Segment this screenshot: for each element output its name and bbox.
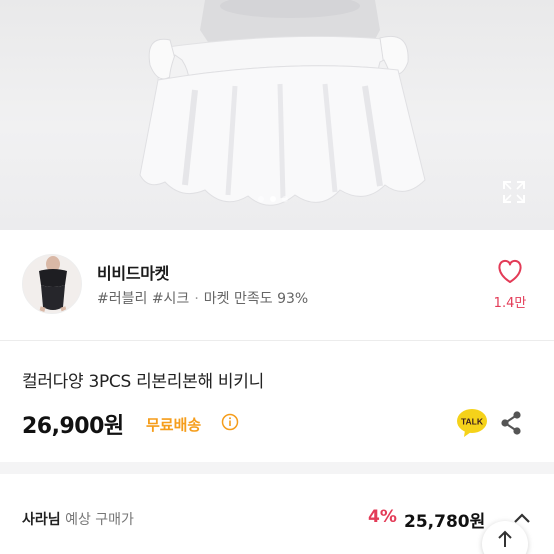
expand-button[interactable] bbox=[500, 178, 528, 206]
pager-dot[interactable] bbox=[282, 196, 288, 202]
shipping-info-button[interactable] bbox=[221, 413, 239, 431]
seller-avatar[interactable] bbox=[22, 254, 82, 314]
member-price-label: 사라님 예상 구매가 bbox=[22, 509, 134, 529]
like-button[interactable]: 1.4만 bbox=[484, 256, 536, 316]
heart-icon bbox=[498, 259, 522, 283]
shipping-badge[interactable]: 무료배송 bbox=[146, 414, 201, 435]
member-price-row[interactable]: 사라님 예상 구매가 4% 25,780원 bbox=[0, 474, 554, 554]
pager-dot[interactable] bbox=[258, 196, 264, 202]
avatar-image bbox=[23, 255, 81, 313]
image-pager bbox=[258, 196, 288, 202]
seller-section: 비비드마켓 #러블리 #시크 · 마켓 만족도 93% 1.4만 bbox=[0, 230, 554, 340]
product-image[interactable] bbox=[0, 0, 554, 230]
member-label-text: 예상 구매가 bbox=[60, 512, 134, 528]
product-price: 26,900원 bbox=[22, 414, 124, 439]
talk-icon: TALK bbox=[457, 409, 487, 437]
member-name: 사라님 bbox=[22, 512, 61, 528]
member-price: 25,780원 bbox=[404, 512, 486, 532]
divider bbox=[0, 340, 554, 341]
share-button[interactable] bbox=[498, 409, 524, 437]
seller-name[interactable]: 비비드마켓 bbox=[97, 260, 169, 284]
seller-meta: #러블리 #시크 · 마켓 만족도 93% bbox=[97, 288, 308, 308]
meta-separator: · bbox=[194, 291, 199, 307]
like-count: 1.4만 bbox=[493, 296, 527, 311]
info-icon bbox=[221, 413, 239, 431]
seller-tags[interactable]: #러블리 #시크 bbox=[97, 291, 189, 307]
pager-dot-active[interactable] bbox=[270, 196, 276, 202]
share-icon bbox=[501, 411, 521, 435]
arrow-up-icon bbox=[498, 530, 512, 547]
member-discount: 4% bbox=[368, 507, 397, 527]
seller-satisfaction: 마켓 만족도 93% bbox=[203, 291, 309, 307]
talk-button[interactable]: TALK bbox=[456, 407, 488, 439]
product-title: 컬러다양 3PCS 리본리본해 비키니 bbox=[22, 372, 264, 392]
expand-icon bbox=[503, 181, 525, 203]
svg-text:TALK: TALK bbox=[461, 417, 484, 427]
section-gap bbox=[0, 462, 554, 474]
